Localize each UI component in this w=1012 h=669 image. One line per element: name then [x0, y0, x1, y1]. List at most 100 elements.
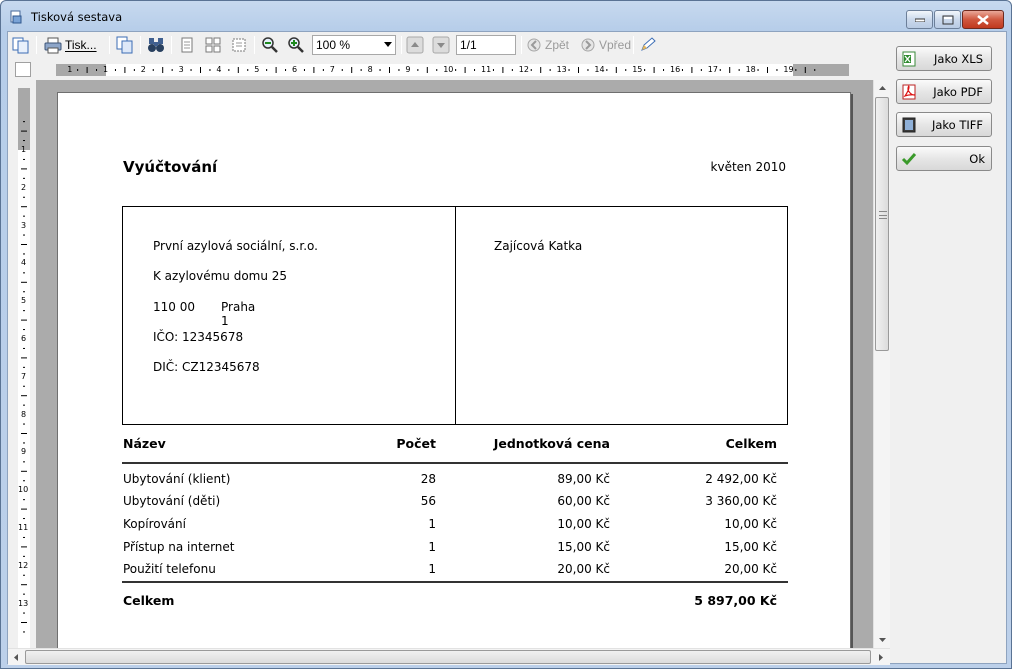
ruler-label: 6	[21, 334, 27, 343]
fit-page-icon	[232, 38, 246, 52]
sender-street: K azylovému domu 25	[153, 269, 288, 283]
fit-page-button[interactable]	[230, 35, 248, 55]
table-total-rule	[122, 581, 788, 583]
chevron-down-icon	[384, 42, 392, 47]
arrow-left-icon[interactable]	[8, 649, 25, 666]
toolbar-separator	[521, 36, 522, 54]
ruler-label: 3	[21, 220, 27, 230]
multi-page-button[interactable]	[204, 35, 222, 55]
zoom-in-button[interactable]	[287, 35, 305, 55]
ruler-label: 16	[670, 65, 681, 74]
zoom-out-button[interactable]	[261, 35, 279, 55]
arrow-down-icon	[879, 638, 886, 642]
zoom-value: 100 %	[316, 38, 351, 52]
arrow-right-icon[interactable]	[872, 649, 889, 666]
ruler-label: 9	[21, 447, 27, 457]
column-header-unit-price: Jednotková cena	[493, 436, 610, 451]
ruler-label: 8	[21, 409, 27, 419]
horizontal-scrollbar[interactable]	[8, 648, 890, 665]
export-tiff-button[interactable]: Jako TIFF	[896, 112, 992, 137]
preview-area[interactable]: Vyúčtování květen 2010 První azylová soc…	[36, 80, 873, 648]
next-page-button[interactable]	[432, 35, 450, 55]
title-bar[interactable]: Tisková sestava	[1, 1, 1011, 31]
print-label: Tisk...	[65, 38, 97, 52]
table-cell-unit: 15,00 Kč	[557, 540, 610, 554]
maximize-button[interactable]	[934, 10, 961, 29]
arrow-up-icon	[879, 86, 886, 90]
pencil-icon	[641, 37, 656, 51]
table-cell-count: 56	[420, 494, 436, 508]
export-pdf-button[interactable]: Jako PDF	[896, 79, 992, 104]
ruler-corner	[15, 62, 31, 77]
print-button[interactable]: Tisk...	[44, 35, 97, 55]
toolbar-separator	[633, 36, 634, 54]
column-header-count: Počet	[396, 436, 436, 451]
vertical-scrollbar[interactable]	[873, 80, 890, 648]
copy-pages-button[interactable]	[12, 35, 30, 55]
ok-button[interactable]: Ok	[896, 146, 992, 171]
recipient-name: Zajícová Katka	[494, 239, 583, 253]
find-button[interactable]	[147, 35, 165, 55]
ruler-label: 4	[21, 258, 27, 268]
ruler-label: 10	[443, 65, 454, 74]
ruler-label: 9	[405, 65, 411, 74]
ruler-label: 6	[292, 65, 298, 74]
previous-page-button[interactable]	[406, 35, 424, 55]
ruler-label: 12	[18, 560, 29, 570]
column-header-total: Celkem	[725, 436, 777, 451]
table-cell-name: Přístup na internet	[123, 540, 235, 554]
export-pdf-label: Jako PDF	[933, 85, 983, 99]
ruler-label: 12	[518, 65, 529, 74]
minimize-button[interactable]	[906, 10, 933, 29]
grip-icon	[879, 211, 887, 219]
export-tiff-label: Jako TIFF	[931, 118, 983, 132]
close-icon	[977, 14, 989, 25]
ruler-label: 11	[481, 65, 492, 74]
ruler-label: 13	[556, 65, 567, 74]
table-cell-total: 20,00 Kč	[724, 562, 777, 576]
edit-button[interactable]	[639, 35, 657, 55]
table-cell-count: 1	[428, 562, 436, 576]
ruler-label: 3	[178, 65, 184, 74]
window-title: Tisková sestava	[31, 10, 123, 24]
ruler-label: 2	[21, 182, 27, 192]
ruler-label: 8	[367, 65, 373, 74]
ruler-label: 2	[140, 65, 146, 74]
scroll-thumb[interactable]	[875, 97, 889, 351]
table-cell-total: 10,00 Kč	[724, 517, 777, 531]
total-value: 5 897,00 Kč	[694, 593, 777, 608]
page-number-input[interactable]: 1/1	[456, 35, 516, 55]
copy-icon	[116, 36, 133, 54]
column-header-name: Název	[123, 436, 166, 451]
zoom-out-icon	[262, 37, 278, 53]
zoom-select[interactable]: 100 %	[312, 35, 396, 55]
binoculars-icon	[148, 38, 164, 52]
forward-button[interactable]: Vpřed	[580, 35, 631, 55]
scroll-thumb[interactable]	[25, 650, 871, 664]
printer-icon	[44, 37, 62, 54]
toolbar-separator	[401, 36, 402, 54]
excel-icon	[902, 51, 916, 67]
report-preview-icon	[10, 10, 22, 24]
table-cell-name: Ubytování (klient)	[123, 472, 231, 486]
table-cell-name: Ubytování (děti)	[123, 494, 221, 508]
sender-ico: IČO: 12345678	[153, 330, 244, 344]
vertical-ruler: 1 2 3 4 5 6 7 8 9 10 11 12 13	[18, 88, 30, 648]
maximize-icon	[942, 15, 953, 24]
client-area: Tisk... 100 % 1/1 Zpět Vpřed 1 1 2 3 4 5…	[7, 31, 1007, 665]
horizontal-ruler: 1 1 2 3 4 5 6 7 8 9 10 11 12 13 14 15 16 17 18 19	[56, 64, 849, 76]
copy-button[interactable]	[116, 35, 134, 55]
table-cell-count: 28	[420, 472, 436, 486]
close-button[interactable]	[962, 10, 1004, 29]
back-button[interactable]: Zpět	[526, 35, 569, 55]
toolbar-separator	[171, 36, 172, 54]
table-cell-unit: 60,00 Kč	[557, 494, 610, 508]
scroll-down-button[interactable]	[874, 631, 891, 648]
export-xls-button[interactable]: Jako XLS	[896, 46, 992, 71]
report-window: Tisková sestava Tisk... 100 % 1/1 Zpět V…	[0, 0, 1012, 669]
total-label: Celkem	[123, 593, 175, 608]
scroll-up-button[interactable]	[874, 80, 891, 97]
table-cell-total: 2 492,00 Kč	[705, 472, 777, 486]
single-page-button[interactable]	[178, 35, 196, 55]
arrow-down-icon	[432, 36, 450, 54]
